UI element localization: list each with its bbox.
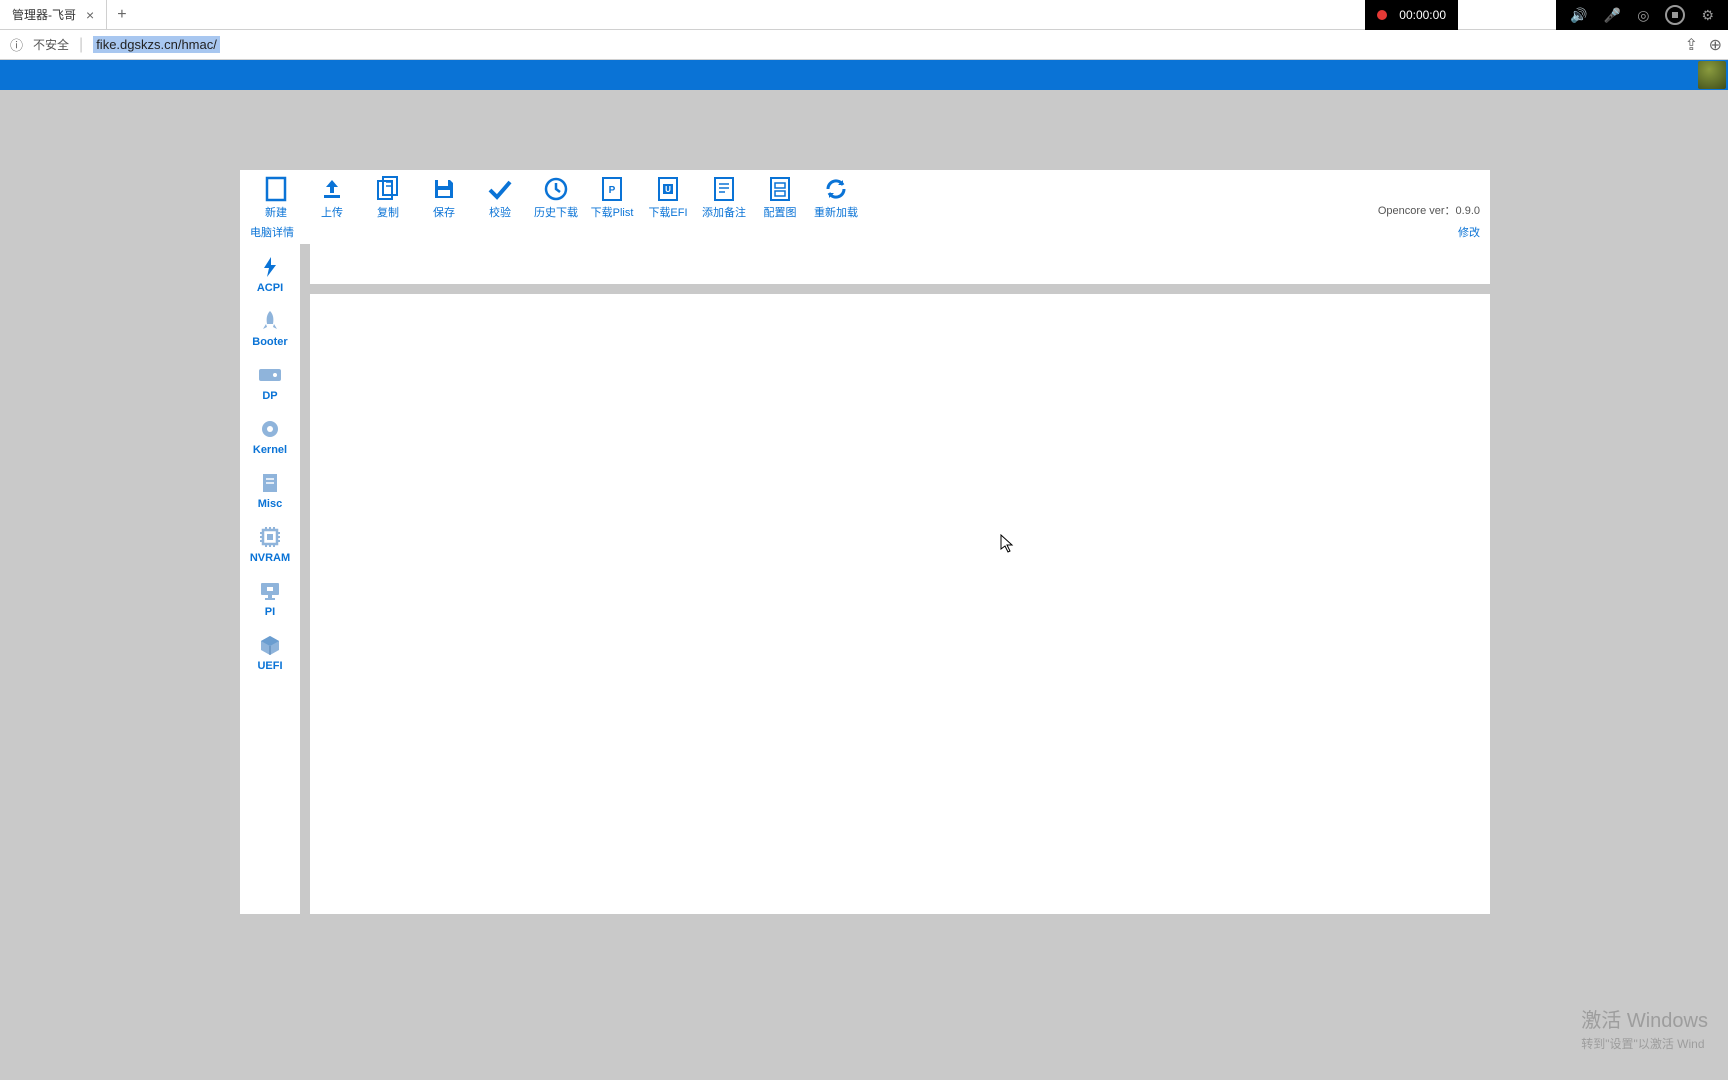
card-icon	[258, 364, 282, 386]
sidebar-item-pi[interactable]: PI	[240, 574, 300, 628]
doc-icon	[262, 176, 290, 202]
tb-label: 校验	[489, 204, 511, 220]
tb-verify[interactable]: 校验	[472, 176, 528, 220]
record-dot-icon	[1377, 10, 1387, 20]
body-area: ACPI Booter DP Kernel Misc NVRAM	[240, 244, 1490, 914]
app-container: 新建 上传 复制 保存 校验 历史下载 P 下载Plist U 下载EFI	[240, 170, 1490, 914]
watermark-line2: 转到"设置"以激活 Wind	[1581, 1035, 1708, 1052]
tb-new[interactable]: 新建	[248, 176, 304, 220]
rocket-icon	[258, 310, 282, 332]
sidebar-item-nvram[interactable]: NVRAM	[240, 520, 300, 574]
gear-icon	[258, 418, 282, 440]
settings-icon[interactable]: ⚙	[1701, 7, 1714, 24]
cube-icon	[258, 634, 282, 656]
svg-text:P: P	[609, 185, 616, 196]
camera-icon[interactable]: ◎	[1637, 7, 1649, 24]
insecure-label: 不安全	[33, 36, 69, 53]
watermark-line1: 激活 Windows	[1581, 1004, 1708, 1033]
microphone-icon[interactable]: 🎤	[1604, 7, 1621, 24]
tb-save[interactable]: 保存	[416, 176, 472, 220]
sidebar-item-kernel[interactable]: Kernel	[240, 412, 300, 466]
sidebar-item-label: Kernel	[253, 444, 287, 456]
save-icon	[430, 176, 458, 202]
url-field[interactable]: fike.dgskzs.cn/hmac/	[93, 36, 220, 53]
tb-download-efi[interactable]: U 下载EFI	[640, 176, 696, 220]
tb-copy[interactable]: 复制	[360, 176, 416, 220]
monitor-icon	[258, 580, 282, 602]
sidebar-item-label: PI	[265, 606, 275, 618]
tb-label: 历史下载	[534, 204, 578, 220]
modify-link[interactable]: 修改	[1458, 224, 1480, 240]
tb-label: 保存	[433, 204, 455, 220]
copy-icon	[374, 176, 402, 202]
download-plist-icon: P	[598, 176, 626, 202]
main-toolbar: 新建 上传 复制 保存 校验 历史下载 P 下载Plist U 下载EFI	[240, 170, 1490, 222]
tb-add-note[interactable]: 添加备注	[696, 176, 752, 220]
chip-icon	[258, 526, 282, 548]
sidebar-item-uefi[interactable]: UEFI	[240, 628, 300, 682]
computer-details-link[interactable]: 电脑详情	[250, 224, 294, 240]
tb-label: 重新加载	[814, 204, 858, 220]
note-icon	[710, 176, 738, 202]
main-panel	[310, 294, 1490, 914]
recording-controls: 🔊 🎤 ◎ ⚙	[1556, 0, 1728, 30]
header-panel	[310, 244, 1490, 284]
upload-icon	[318, 176, 346, 202]
new-tab-button[interactable]: +	[107, 6, 136, 24]
mouse-cursor-icon	[1000, 534, 1014, 554]
share-icon[interactable]: ⇪	[1685, 35, 1698, 55]
reload-icon	[822, 176, 850, 202]
sidebar-item-acpi[interactable]: ACPI	[240, 250, 300, 304]
sidebar-item-label: ACPI	[257, 282, 283, 294]
record-time: 00:00:00	[1399, 8, 1446, 22]
avatar[interactable]	[1698, 61, 1726, 89]
tb-label: 下载EFI	[648, 204, 687, 220]
address-bar: ⓘ 不安全 | fike.dgskzs.cn/hmac/ ⇪ ⊕	[0, 30, 1728, 60]
sub-header: 电脑详情 修改	[240, 222, 1490, 244]
tb-diagram[interactable]: 配置图	[752, 176, 808, 220]
sidebar-item-label: DP	[262, 390, 277, 402]
info-icon[interactable]: ⓘ	[10, 35, 23, 54]
diagram-icon	[766, 176, 794, 202]
tb-label: 复制	[377, 204, 399, 220]
sidebar-item-label: Booter	[252, 336, 287, 348]
windows-watermark: 激活 Windows 转到"设置"以激活 Wind	[1581, 1004, 1708, 1052]
bolt-icon	[258, 256, 282, 278]
recording-status: 00:00:00	[1365, 0, 1458, 30]
sidebar-item-label: NVRAM	[250, 552, 290, 564]
tb-label: 下载Plist	[591, 204, 634, 220]
page-header-band	[0, 60, 1728, 90]
sidebar-item-misc[interactable]: Misc	[240, 466, 300, 520]
browser-tab-bar: 管理器-飞哥 × +	[0, 0, 1728, 30]
tb-label: 添加备注	[702, 204, 746, 220]
sidebar-item-dp[interactable]: DP	[240, 358, 300, 412]
tb-label: 上传	[321, 204, 343, 220]
svg-text:U: U	[665, 185, 671, 194]
tb-upload[interactable]: 上传	[304, 176, 360, 220]
tb-label: 配置图	[764, 204, 797, 220]
doc-small-icon	[258, 472, 282, 494]
check-icon	[486, 176, 514, 202]
download-efi-icon: U	[654, 176, 682, 202]
extension-icon[interactable]: ⊕	[1709, 35, 1722, 55]
sidebar-item-label: Misc	[258, 498, 282, 510]
sidebar: ACPI Booter DP Kernel Misc NVRAM	[240, 244, 300, 914]
speaker-icon[interactable]: 🔊	[1570, 7, 1587, 24]
tb-label: 新建	[265, 204, 287, 220]
content-area	[300, 244, 1490, 914]
browser-tab[interactable]: 管理器-飞哥 ×	[0, 0, 107, 29]
stop-record-icon[interactable]	[1665, 5, 1685, 25]
tb-history[interactable]: 历史下载	[528, 176, 584, 220]
sidebar-item-label: UEFI	[257, 660, 282, 672]
history-icon	[542, 176, 570, 202]
tb-download-plist[interactable]: P 下载Plist	[584, 176, 640, 220]
tab-title: 管理器-飞哥	[12, 6, 76, 23]
tb-reload[interactable]: 重新加载	[808, 176, 864, 220]
close-icon[interactable]: ×	[86, 7, 94, 23]
sidebar-item-booter[interactable]: Booter	[240, 304, 300, 358]
opencore-version: Opencore ver：0.9.0	[1378, 202, 1480, 218]
